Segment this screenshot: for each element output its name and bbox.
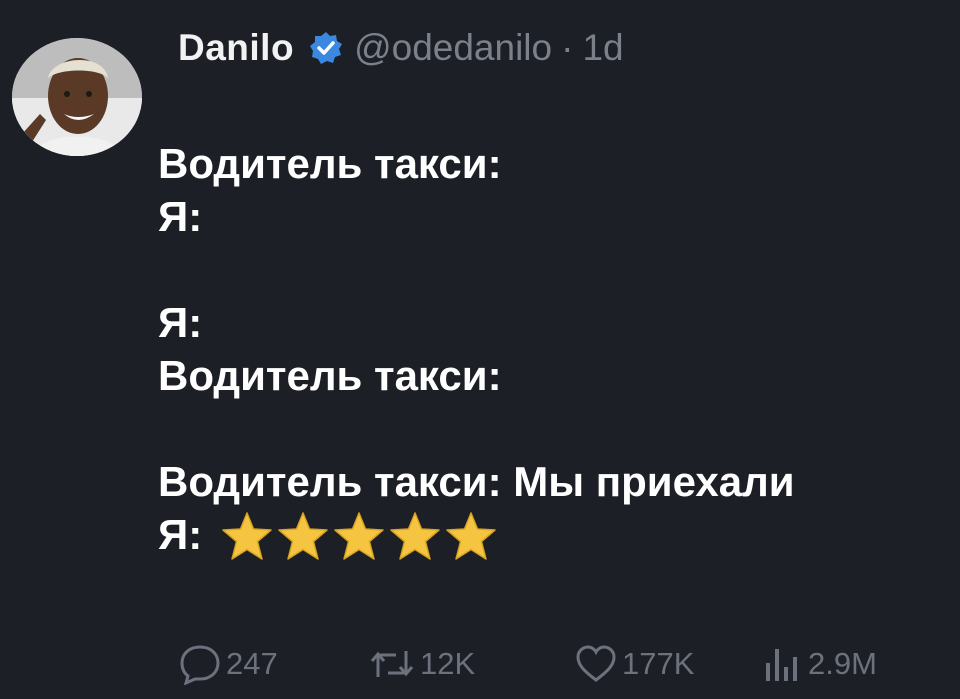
- star-icon: [276, 510, 330, 562]
- author-avatar[interactable]: [12, 38, 142, 156]
- post-line: Водитель такси:: [158, 352, 502, 399]
- post-line: Я:: [158, 299, 203, 346]
- post-line: Водитель такси: Мы приехали: [158, 458, 795, 505]
- post-text: Водитель такси: Я: Я: Водитель такси: Во…: [158, 138, 795, 562]
- heart-icon: [576, 645, 616, 682]
- author-handle[interactable]: @odedanilo: [354, 27, 552, 69]
- star-rating: [220, 510, 498, 562]
- post-card: Danilo @odedanilo · 1d Водитель такси: Я…: [0, 0, 960, 699]
- post-line: Водитель такси:: [158, 140, 502, 187]
- views-count: 2.9M: [808, 646, 877, 681]
- star-icon: [388, 510, 442, 562]
- avatar-photo-icon: [12, 38, 142, 156]
- reply-count: 247: [226, 646, 278, 681]
- reply-icon: [180, 645, 220, 685]
- repost-button[interactable]: 12K: [368, 636, 475, 692]
- views-button[interactable]: 2.9M: [760, 636, 877, 692]
- reply-button[interactable]: 247: [178, 636, 278, 692]
- views-chart-icon: [766, 649, 797, 681]
- repost-icon: [370, 651, 414, 677]
- post-header: Danilo @odedanilo · 1d: [178, 26, 624, 70]
- verified-badge-icon: [308, 30, 344, 66]
- star-icon: [332, 510, 386, 562]
- post-timestamp[interactable]: 1d: [582, 27, 623, 69]
- post-line-rating: Я:: [158, 509, 795, 562]
- action-bar: 247 12K 177K 2.9M: [0, 636, 960, 692]
- post-line: Я:: [158, 193, 203, 240]
- header-separator: ·: [561, 27, 574, 68]
- repost-count: 12K: [420, 646, 476, 681]
- post-line: Я:: [158, 511, 203, 559]
- like-count: 177K: [622, 646, 695, 681]
- star-icon: [444, 510, 498, 562]
- like-button[interactable]: 177K: [574, 636, 694, 692]
- star-icon: [220, 510, 274, 562]
- author-display-name[interactable]: Danilo: [178, 27, 294, 69]
